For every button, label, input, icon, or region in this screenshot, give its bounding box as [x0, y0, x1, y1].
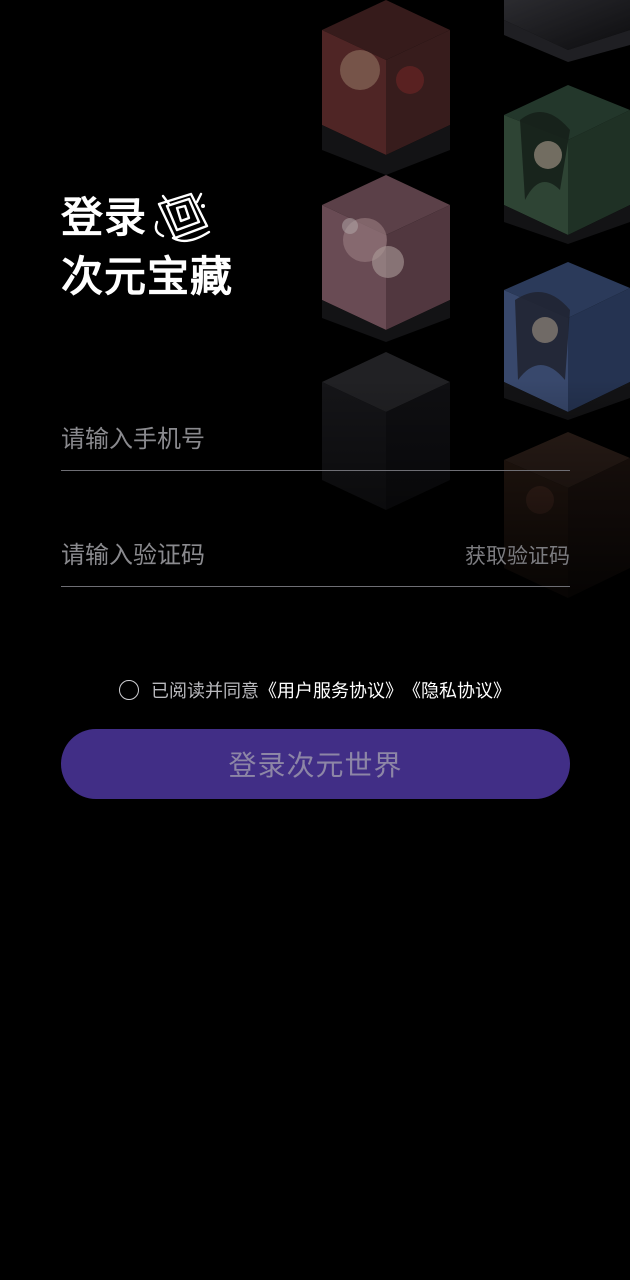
agreement-prefix: 已阅读并同意 [151, 681, 259, 702]
artwork-cube [322, 0, 450, 175]
page-title: 登录 次元宝藏 [61, 188, 233, 306]
title-login: 登录 [61, 193, 148, 242]
get-code-button[interactable]: 获取验证码 [465, 540, 570, 570]
login-button[interactable]: 登录次元世界 [61, 729, 570, 799]
terms-link[interactable]: 《用户服务协议》 [259, 677, 403, 703]
verification-code-field: 获取验证码 [61, 526, 570, 587]
title-line-1: 登录 [61, 188, 233, 248]
verification-code-input[interactable] [61, 526, 441, 584]
login-button-label: 登录次元世界 [228, 749, 403, 782]
privacy-link[interactable]: 《隐私协议》 [403, 677, 511, 703]
artwork-cube [504, 0, 630, 62]
artwork-cube [504, 85, 630, 244]
artwork-cube [322, 175, 450, 342]
phone-field [61, 410, 570, 471]
phone-input[interactable] [61, 410, 441, 468]
agreement-radio[interactable] [119, 680, 139, 700]
ticket-icon [154, 192, 211, 243]
title-line-2: 次元宝藏 [61, 252, 234, 301]
artwork-cube [504, 262, 630, 420]
agreement-row: 已阅读并同意 《用户服务协议》 《隐私协议》 [119, 677, 511, 703]
